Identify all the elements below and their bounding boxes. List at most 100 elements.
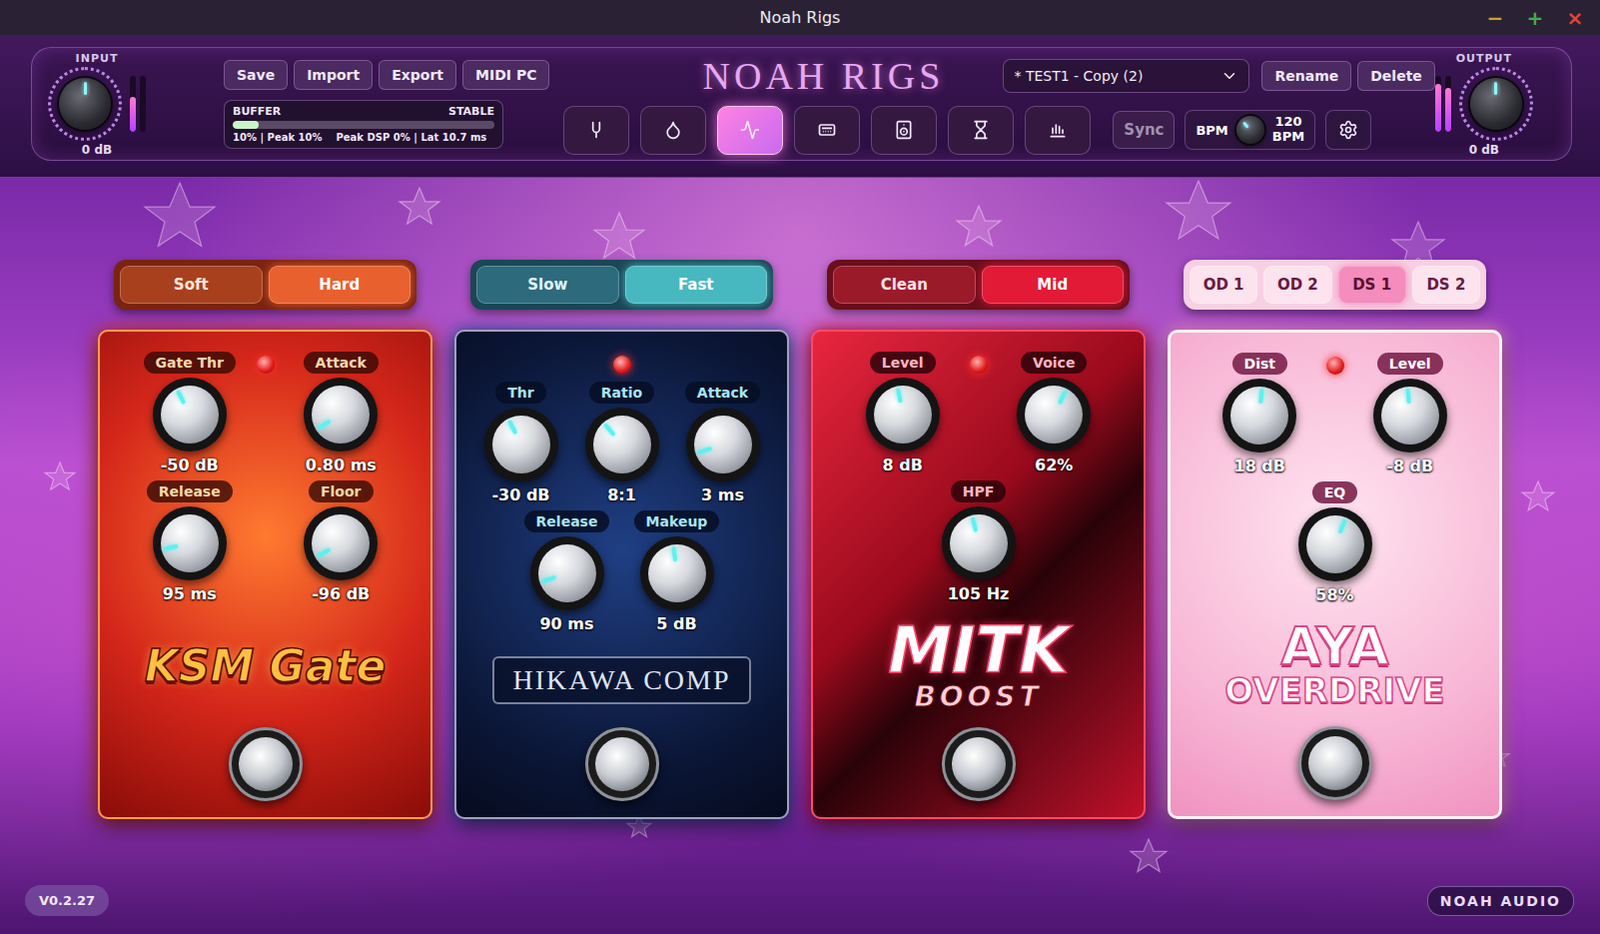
drop-icon [663,119,684,140]
action-button[interactable]: MIDI PC [462,59,550,90]
status-led [1326,356,1345,375]
knob[interactable] [1222,378,1297,453]
mode-selector: OD 1OD 2DS 1DS 2 [1183,259,1487,310]
view-tab[interactable] [947,105,1014,155]
gear-icon [1338,119,1359,140]
input-knob[interactable] [58,77,111,130]
mode-button[interactable]: OD 1 [1189,265,1258,304]
footswitch[interactable] [228,727,303,801]
knob[interactable] [865,377,940,452]
knob-row: EQ58% [1184,481,1486,605]
footswitch[interactable] [585,727,660,801]
knob[interactable] [1373,378,1448,453]
sync-button[interactable]: Sync [1112,110,1175,149]
pedal: Dist18 dBLevel-8 dBEQ58%AYAOVERDRIVE [1167,329,1503,819]
knob-row: Thr-30 dBRatio8:1Attack3 ms [470,381,774,505]
preset-button[interactable]: Delete [1357,60,1436,91]
pedal-logo: MITKBOOST [826,603,1130,728]
view-tab[interactable] [717,105,784,155]
mode-button[interactable]: Soft [119,265,263,304]
bpm-knob[interactable] [1236,115,1265,144]
action-button[interactable]: Import [293,59,373,90]
mode-selector: CleanMid [826,259,1130,310]
pedal-chain: SoftHardGate Thr-50 dBAttack0.80 msRelea… [0,259,1600,819]
knob-value: 90 ms [539,614,594,634]
mode-button[interactable]: Hard [268,265,412,304]
knob[interactable] [941,506,1016,581]
chevron-down-icon [1220,66,1239,85]
knob[interactable] [152,506,227,581]
view-tab[interactable] [1024,105,1091,155]
io-reading: 0 dB [81,142,112,157]
pedal-knob: Release 95 ms [141,480,238,604]
knob[interactable] [1298,507,1373,582]
window-control[interactable]: + [1524,7,1547,28]
footswitch[interactable] [941,727,1016,801]
view-tab[interactable] [870,105,937,155]
knob-label: HPF [950,480,1007,503]
preset-select[interactable]: * TEST1 - Copy (2) [1002,58,1250,93]
knob-value: -96 dB [311,584,370,604]
pedal-knob: Thr-30 dB [473,381,570,505]
output-knob[interactable] [1470,77,1523,130]
footswitch-cap [238,737,293,792]
knob-label: Gate Thr [143,351,236,374]
knob[interactable] [640,536,715,611]
mode-button[interactable]: DS 2 [1412,265,1481,304]
knob-value: 95 ms [162,584,217,604]
header: INPUT 0 dB SaveImportExportMIDI PC BUFFERST… [0,34,1600,178]
buffer-status: BUFFERSTABLE10% | Peak 10%Peak DSP 0% | … [223,99,504,149]
knob[interactable] [484,407,559,482]
knob-label: Level [1377,352,1444,375]
view-tab[interactable] [794,105,860,155]
io-label: INPUT [75,51,119,65]
mode-selector: SoftHard [113,259,417,310]
view-tab[interactable] [563,105,630,155]
meter-fill [1445,87,1452,132]
mode-button[interactable]: Clean [832,265,976,304]
input-section: INPUT 0 dB [47,51,146,157]
knob-label: Voice [1020,351,1087,374]
knob-cap [593,415,652,474]
footswitch[interactable] [1298,726,1373,800]
knob-cap [694,415,753,474]
window-control[interactable]: × [1564,7,1587,28]
knob[interactable] [585,407,660,482]
knob-cap [949,514,1008,573]
mode-button[interactable]: Mid [981,265,1125,304]
pedal-knob: Level8 dB [854,351,951,475]
knob[interactable] [303,506,378,581]
knob-value: -50 dB [160,455,219,475]
knob[interactable] [152,377,227,452]
preset-button[interactable]: Rename [1261,60,1352,91]
mode-button[interactable]: Slow [476,265,620,304]
pedal-slot: SlowFast Thr-30 dBRatio8:1Attack3 msRelea… [454,259,790,819]
knob[interactable] [530,536,605,611]
pedal-knob: Ratio8:1 [574,381,671,505]
header-panel: INPUT 0 dB SaveImportExportMIDI PC BUFFERST… [30,46,1573,161]
bpm-control: BPM120BPM [1184,109,1316,150]
settings-button[interactable] [1325,109,1372,150]
knob-row: Release90 msMakeup5 dB [470,510,774,634]
knob[interactable] [686,407,761,482]
action-button[interactable]: Save [223,59,288,90]
mode-button[interactable]: Fast [625,265,769,304]
action-button[interactable]: Export [378,59,457,90]
knob-value: 5 dB [656,614,697,634]
view-tab[interactable] [640,105,707,155]
knob-label: Release [146,480,233,503]
pulse-icon [740,119,761,140]
knob-ring [1459,66,1534,141]
mode-button[interactable]: OD 2 [1263,265,1332,304]
knob[interactable] [1016,377,1091,452]
output-section: OUTPUT0 dB [1435,51,1534,157]
level-meter [1435,75,1452,132]
pedal-knob: Attack0.80 ms [292,351,389,475]
knob[interactable] [303,377,378,452]
pedal-name: AYA [1280,620,1389,673]
mode-button[interactable]: DS 1 [1338,265,1407,304]
pedal-knob: Release90 ms [519,510,616,634]
knob-label: Floor [308,480,374,503]
knob-row: Release 95 ms Floor -96 dB [113,480,417,604]
window-control[interactable]: − [1484,7,1507,28]
